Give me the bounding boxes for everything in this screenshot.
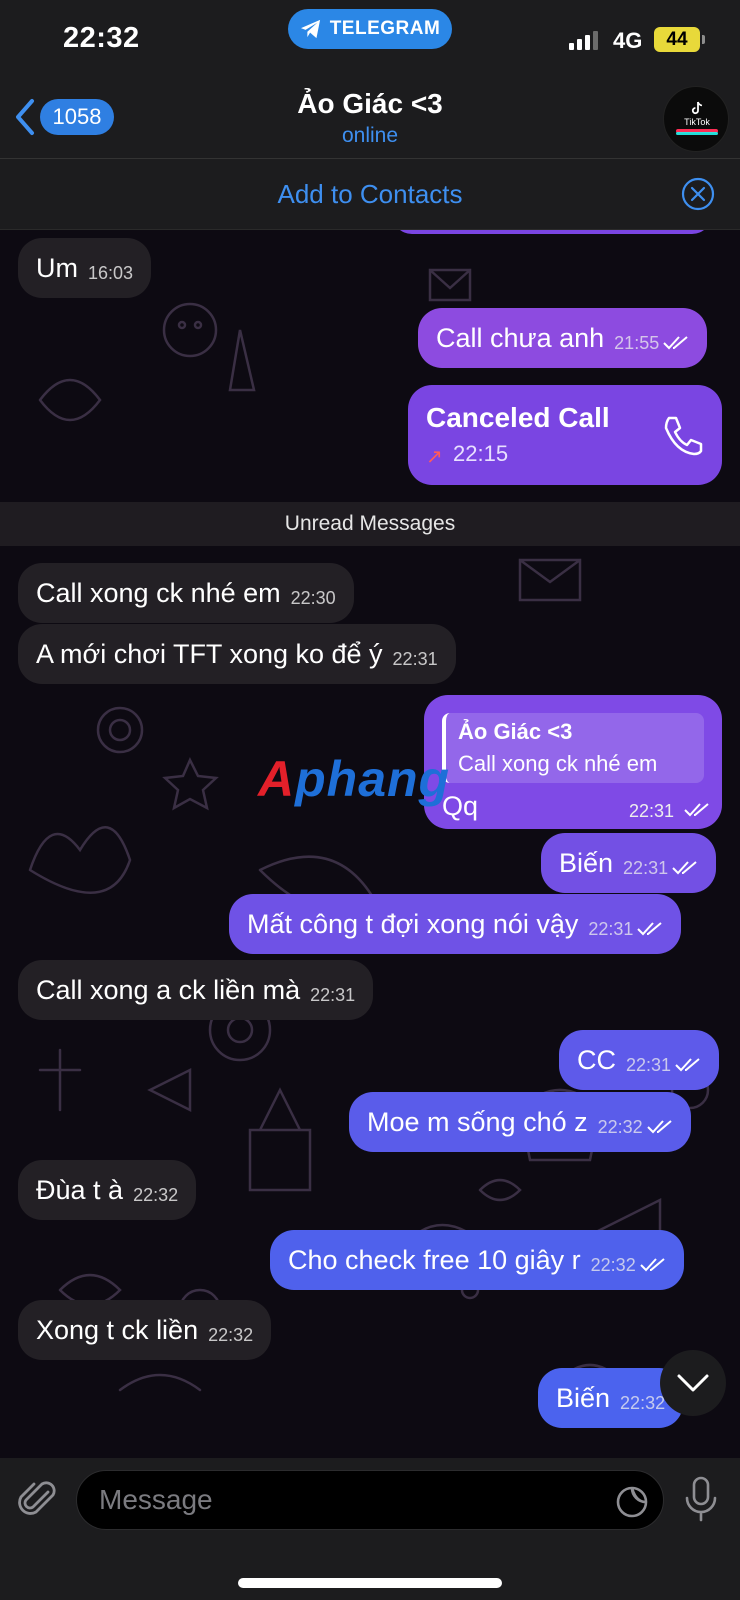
chat-status: online bbox=[341, 124, 399, 147]
network-type: 4G bbox=[613, 28, 643, 53]
message-input-bar bbox=[0, 1458, 740, 1600]
message-incoming[interactable]: Call xong a ck liền mà 22:31 bbox=[18, 960, 374, 1020]
read-checkmarks-icon bbox=[672, 861, 697, 875]
message-time: 21:55 bbox=[614, 332, 660, 353]
app-pill-label: TELEGRAM bbox=[329, 18, 441, 39]
message-incoming[interactable]: Xong t ck liền 22:32 bbox=[18, 1300, 272, 1360]
message-text: Cho check free 10 giây r bbox=[288, 1244, 581, 1275]
phone-icon[interactable] bbox=[660, 413, 704, 457]
message-input[interactable] bbox=[99, 1471, 579, 1529]
home-indicator[interactable] bbox=[238, 1578, 502, 1588]
message-text: Call chưa anh bbox=[436, 322, 605, 353]
message-time: 22:31 bbox=[588, 918, 634, 939]
message-incoming[interactable]: Call xong ck nhé em 22:30 bbox=[18, 563, 354, 623]
message-incoming[interactable]: Đùa t à 22:32 bbox=[18, 1160, 197, 1220]
message-time: 16:03 bbox=[88, 262, 134, 283]
message-text: Um bbox=[36, 252, 78, 283]
cellular-signal-icon bbox=[569, 30, 598, 50]
scroll-to-bottom-button[interactable] bbox=[660, 1350, 726, 1416]
quoted-text: Call xong ck nhé em bbox=[458, 751, 658, 776]
tiktok-icon bbox=[691, 101, 703, 115]
battery-icon: 44 bbox=[654, 27, 705, 52]
message-outgoing[interactable]: Biến 22:31 bbox=[541, 833, 717, 893]
battery-level: 44 bbox=[666, 28, 688, 50]
message-time: 22:31 bbox=[629, 801, 675, 821]
quoted-sender: Ảo Giác <3 bbox=[458, 719, 573, 744]
message-time: 22:30 bbox=[290, 587, 336, 608]
message-text: CC bbox=[577, 1044, 616, 1075]
microphone-icon[interactable] bbox=[683, 1476, 719, 1522]
message-text: Xong t ck liền bbox=[36, 1314, 199, 1345]
message-time: 22:32 bbox=[597, 1116, 643, 1137]
canceled-call-bubble[interactable]: Canceled Call ↗ 22:15 bbox=[408, 385, 722, 485]
read-checkmarks-icon bbox=[684, 803, 709, 817]
read-checkmarks-icon bbox=[639, 1258, 665, 1272]
add-to-contacts-button[interactable]: Add to Contacts bbox=[0, 179, 740, 210]
message-text: Call xong a ck liền mà bbox=[36, 974, 301, 1005]
reply-message-bubble[interactable]: Ảo Giác <3 Call xong ck nhé em Qq 22:31 bbox=[424, 695, 722, 829]
message-time: 22:32 bbox=[620, 1392, 666, 1413]
read-checkmarks-icon bbox=[637, 922, 663, 936]
message-outgoing[interactable]: CC 22:31 bbox=[559, 1030, 720, 1090]
chat-header: 1058 Ảo Giác <3 online TikTok bbox=[0, 80, 740, 158]
message-time: 22:31 bbox=[310, 984, 356, 1005]
read-checkmarks-icon bbox=[663, 336, 688, 350]
message-incoming[interactable]: A mới chơi TFT xong ko để ý 22:31 bbox=[18, 624, 456, 684]
watermark-logo: Aphang bbox=[258, 751, 451, 807]
status-time: 22:32 bbox=[63, 22, 140, 54]
message-text: Moe m sống chó z bbox=[367, 1106, 588, 1137]
chat-title[interactable]: Ảo Giác <3 bbox=[0, 88, 740, 120]
message-text: Biến bbox=[556, 1382, 611, 1413]
paperclip-icon[interactable] bbox=[18, 1478, 60, 1520]
message-incoming[interactable]: Um 16:03 bbox=[18, 238, 152, 298]
unread-messages-divider: Unread Messages bbox=[0, 502, 740, 546]
call-title: Canceled Call bbox=[426, 402, 610, 433]
return-to-app-pill[interactable]: TELEGRAM bbox=[288, 9, 452, 49]
message-outgoing[interactable]: Cho check free 10 giây r 22:32 bbox=[270, 1230, 684, 1290]
message-text: Biến bbox=[559, 847, 614, 878]
message-time: 22:32 bbox=[133, 1184, 179, 1205]
message-text: Call xong ck nhé em bbox=[36, 577, 281, 608]
message-bubble-partial bbox=[392, 230, 712, 234]
read-checkmarks-icon bbox=[675, 1058, 700, 1072]
message-outgoing[interactable]: Call chưa anh 21:55 bbox=[418, 308, 708, 368]
message-text: Đùa t à bbox=[36, 1174, 124, 1205]
telegram-icon bbox=[300, 19, 320, 39]
status-bar: 22:32 TELEGRAM 4G 44 bbox=[0, 0, 740, 80]
sticker-icon[interactable] bbox=[615, 1485, 649, 1519]
chevron-down-icon bbox=[677, 1374, 709, 1392]
message-text: A mới chơi TFT xong ko để ý bbox=[36, 638, 383, 669]
avatar[interactable]: TikTok bbox=[663, 86, 729, 152]
quoted-message[interactable]: Ảo Giác <3 Call xong ck nhé em bbox=[442, 713, 704, 783]
message-time: 22:31 bbox=[626, 1054, 672, 1075]
call-time: 22:15 bbox=[453, 441, 509, 466]
message-field-wrapper bbox=[76, 1470, 664, 1530]
message-outgoing[interactable]: Moe m sống chó z 22:32 bbox=[349, 1092, 691, 1152]
message-outgoing[interactable]: Mất công t đợi xong nói vậy 22:31 bbox=[229, 894, 682, 954]
message-time: 22:32 bbox=[590, 1254, 636, 1275]
message-time: 22:31 bbox=[623, 857, 669, 878]
add-contacts-banner: Add to Contacts bbox=[0, 158, 740, 230]
read-checkmarks-icon bbox=[646, 1120, 672, 1134]
message-text: Mất công t đợi xong nói vậy bbox=[247, 908, 579, 939]
message-time: 22:32 bbox=[208, 1324, 254, 1345]
avatar-stripe bbox=[676, 132, 718, 135]
avatar-label: TikTok bbox=[684, 117, 710, 127]
close-icon[interactable] bbox=[681, 177, 715, 211]
chat-area[interactable]: Um 16:03 Call chưa anh 21:55 Canceled Ca… bbox=[0, 230, 740, 1458]
outgoing-call-arrow-icon: ↗ bbox=[426, 446, 443, 468]
message-time: 22:31 bbox=[392, 648, 438, 669]
